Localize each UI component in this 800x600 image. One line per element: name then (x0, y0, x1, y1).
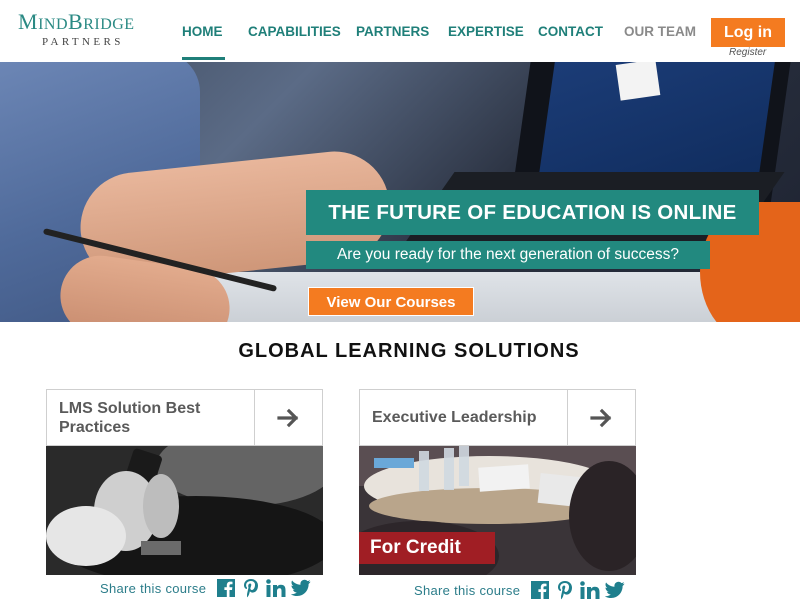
nav-home[interactable]: HOME (182, 24, 223, 39)
share-label: Share this course (414, 582, 521, 598)
course-arrow-button[interactable] (254, 390, 322, 445)
hero-title: THE FUTURE OF EDUCATION IS ONLINE (306, 190, 759, 235)
pinterest-icon[interactable] (555, 580, 575, 600)
logo-wordmark: MINDBRIDGE (18, 9, 135, 34)
course-arrow-button[interactable] (567, 390, 635, 445)
nav-expertise[interactable]: EXPERTISE (448, 24, 524, 39)
nav-partners[interactable]: PARTNERS (356, 24, 429, 39)
twitter-icon[interactable] (605, 580, 625, 600)
linkedin-icon[interactable] (580, 580, 600, 600)
course-card-executive: Executive Leadership For Credit (359, 389, 636, 575)
linkedin-icon[interactable] (266, 578, 286, 598)
course-image-lms[interactable] (46, 446, 323, 575)
site-header: MINDBRIDGE PARTNERS HOME CAPABILITIES PA… (0, 0, 800, 62)
hero-subtitle: Are you ready for the next generation of… (306, 241, 710, 269)
section-title: GLOBAL LEARNING SOLUTIONS (238, 340, 580, 362)
course-title[interactable]: LMS Solution Best Practices (47, 390, 254, 445)
course-header: Executive Leadership (359, 389, 636, 446)
arrow-right-icon (589, 408, 611, 427)
hero-photo-card (615, 62, 661, 101)
twitter-icon[interactable] (291, 578, 311, 598)
nav-active-indicator (182, 57, 225, 60)
mindbridge-logo[interactable]: MINDBRIDGE PARTNERS (18, 9, 143, 49)
course-image-executive[interactable]: For Credit (359, 446, 636, 575)
lms-photo (46, 446, 323, 575)
nav-contact[interactable]: CONTACT (538, 24, 603, 39)
arrow-right-icon (276, 408, 298, 427)
facebook-icon[interactable] (530, 580, 550, 600)
nav-capabilities[interactable]: CAPABILITIES (248, 24, 341, 39)
course-title[interactable]: Executive Leadership (360, 390, 567, 445)
logo-subtitle: PARTNERS (42, 36, 124, 48)
course-card-lms: LMS Solution Best Practices (46, 389, 323, 575)
view-courses-button[interactable]: View Our Courses (308, 287, 474, 316)
for-credit-tag: For Credit (359, 532, 495, 564)
login-button[interactable]: Log in (711, 18, 785, 47)
facebook-icon[interactable] (216, 578, 236, 598)
register-link[interactable]: Register (729, 47, 766, 58)
share-bar-executive: Share this course (414, 580, 630, 600)
share-bar-lms: Share this course (100, 578, 316, 598)
course-header: LMS Solution Best Practices (46, 389, 323, 446)
pinterest-icon[interactable] (241, 578, 261, 598)
share-label: Share this course (100, 580, 207, 596)
nav-our-team[interactable]: OUR TEAM (624, 24, 696, 39)
